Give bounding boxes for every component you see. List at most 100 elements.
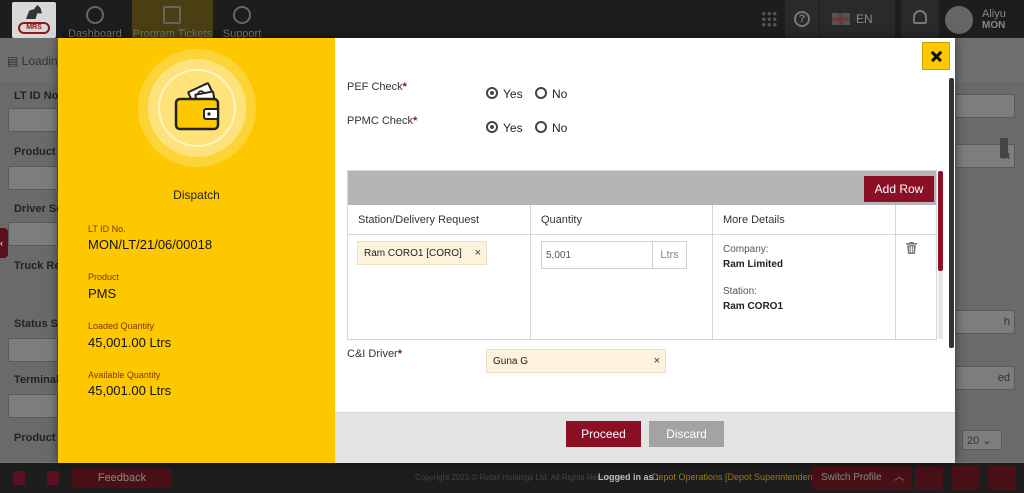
bell-icon bbox=[913, 10, 927, 24]
bookmark-icon[interactable] bbox=[38, 463, 68, 493]
user-code: MON bbox=[982, 20, 1006, 31]
page-size-select[interactable]: 20 ⌄ bbox=[962, 430, 1002, 450]
radio-empty-icon bbox=[535, 121, 547, 133]
required-mark: * bbox=[402, 81, 407, 93]
quantity-unit: Ltrs bbox=[652, 242, 686, 268]
quantity-value: 5,001 bbox=[546, 250, 572, 261]
nav-dashboard[interactable]: Dashboard bbox=[58, 0, 132, 40]
fire-button[interactable] bbox=[952, 466, 980, 490]
notifications-button[interactable] bbox=[901, 0, 939, 38]
apps-button[interactable] bbox=[752, 0, 786, 38]
add-row-button[interactable]: Add Row bbox=[864, 176, 934, 202]
proceed-button[interactable]: Proceed bbox=[566, 421, 641, 447]
horse-icon bbox=[26, 5, 42, 19]
loaded-quantity-label: Loaded Quantity bbox=[88, 321, 155, 331]
bg-input bbox=[8, 108, 58, 132]
bg-input bbox=[8, 222, 58, 246]
product-label: Product bbox=[88, 272, 120, 282]
help-footer-button[interactable] bbox=[915, 466, 943, 490]
ppmc-check-text: PPMC Check bbox=[347, 115, 414, 127]
switch-profile-label: Switch Profile bbox=[821, 472, 882, 483]
dashboard-icon bbox=[86, 6, 104, 24]
switch-profile-button[interactable]: Switch Profile ︿ bbox=[812, 466, 912, 490]
uk-flag-icon bbox=[832, 13, 850, 25]
pef-no-label: No bbox=[552, 87, 568, 101]
copyright-text: Copyright 2021 © Retail Holdings Ltd. Al… bbox=[415, 473, 624, 482]
table-toolbar: Add Row bbox=[348, 171, 936, 205]
user-info[interactable]: Aliyu MON bbox=[982, 8, 1006, 32]
wallet-icon bbox=[174, 82, 220, 131]
quantity-cell: 5,001 Ltrs bbox=[531, 235, 713, 339]
headset-icon bbox=[233, 6, 251, 24]
driver-select[interactable]: Guna G × bbox=[486, 349, 666, 373]
ppmc-yes-radio[interactable]: Yes bbox=[486, 121, 523, 135]
user-role: Depot Operations [Depot Superintendent] bbox=[652, 472, 818, 482]
company-value: Ram Limited bbox=[723, 259, 784, 270]
help-button[interactable]: ? bbox=[785, 0, 819, 38]
station-label: Station: bbox=[723, 286, 757, 297]
home-icon[interactable] bbox=[4, 463, 34, 493]
feedback-button[interactable]: Feedback bbox=[72, 468, 172, 488]
bg-input-right bbox=[955, 94, 1015, 118]
mrs-logo[interactable]: MRS bbox=[12, 2, 56, 38]
radio-empty-icon bbox=[535, 87, 547, 99]
dispatch-summary-panel: Dispatch LT ID No. MON/LT/21/06/00018 Pr… bbox=[58, 38, 335, 463]
breadcrumb-text: Loadin bbox=[21, 54, 58, 68]
power-button[interactable] bbox=[988, 466, 1016, 490]
bg-input bbox=[8, 166, 58, 190]
top-bar: MRS Dashboard Program Tickets Support ? … bbox=[0, 0, 1024, 40]
dispatch-form: PEF Check* Yes No PPMC Check* Yes No Add… bbox=[335, 38, 955, 463]
user-name: Aliyu bbox=[982, 8, 1006, 20]
bg-input-right: h bbox=[955, 310, 1015, 334]
quantity-input[interactable]: 5,001 Ltrs bbox=[541, 241, 687, 269]
delivery-table: Add Row Station/Delivery Request Quantit… bbox=[347, 170, 943, 340]
loaded-quantity-value: 45,001.00 Ltrs bbox=[88, 335, 172, 350]
ppmc-no-label: No bbox=[552, 121, 568, 135]
ticket-icon bbox=[163, 6, 181, 24]
bg-right-text: ed bbox=[997, 372, 1010, 384]
station-name-value: Ram CORO1 bbox=[723, 301, 784, 312]
help-icon: ? bbox=[794, 11, 810, 27]
nav-program-tickets[interactable]: Program Tickets bbox=[132, 0, 213, 40]
nav-support[interactable]: Support bbox=[213, 0, 271, 40]
clear-driver-icon[interactable]: × bbox=[654, 355, 660, 367]
bg-label: Status Se bbox=[14, 318, 65, 330]
pef-yes-radio[interactable]: Yes bbox=[486, 87, 523, 101]
station-cell: Ram CORO1 [CORO] × bbox=[348, 235, 531, 339]
column-header-quantity: Quantity bbox=[531, 205, 713, 235]
clear-station-icon[interactable]: × bbox=[475, 247, 481, 259]
page-scrollbar[interactable] bbox=[1000, 138, 1008, 158]
ppmc-check-label: PPMC Check* bbox=[347, 115, 417, 127]
company-label: Company: bbox=[723, 244, 769, 255]
language-selector[interactable]: EN bbox=[820, 0, 895, 38]
sidebar-toggle[interactable]: ‹ bbox=[0, 228, 8, 258]
ppmc-no-radio[interactable]: No bbox=[535, 121, 567, 135]
available-quantity-label: Available Quantity bbox=[88, 370, 161, 380]
lt-id-label: LT ID No. bbox=[88, 224, 126, 234]
column-header-station: Station/Delivery Request bbox=[348, 205, 531, 235]
driver-value: Guna G bbox=[493, 356, 529, 367]
column-header-more-details: More Details bbox=[713, 205, 896, 235]
station-value: Ram CORO1 [CORO] bbox=[364, 248, 462, 259]
bg-input bbox=[8, 394, 58, 418]
bg-input bbox=[8, 338, 58, 362]
available-quantity-value: 45,001.00 Ltrs bbox=[88, 383, 172, 398]
table-scrollbar-thumb[interactable] bbox=[938, 171, 943, 271]
bg-right-text: h bbox=[1003, 316, 1010, 328]
pef-check-label: PEF Check* bbox=[347, 81, 407, 93]
pef-yes-label: Yes bbox=[503, 87, 523, 101]
lt-id-value: MON/LT/21/06/00018 bbox=[88, 237, 213, 252]
bg-label: Driver Se bbox=[14, 203, 63, 215]
product-value: PMS bbox=[88, 286, 117, 301]
avatar[interactable] bbox=[945, 6, 973, 34]
station-select[interactable]: Ram CORO1 [CORO] × bbox=[357, 241, 487, 265]
radio-selected-icon bbox=[486, 121, 498, 133]
pef-check-text: PEF Check bbox=[347, 81, 403, 93]
driver-label-text: C&I Driver bbox=[347, 348, 398, 360]
bg-label: LT ID No. bbox=[14, 90, 62, 102]
table-scrollbar-track[interactable] bbox=[938, 271, 943, 339]
pef-no-radio[interactable]: No bbox=[535, 87, 567, 101]
trash-icon[interactable] bbox=[906, 242, 917, 254]
discard-button[interactable]: Discard bbox=[649, 421, 724, 447]
dispatch-modal: Dispatch LT ID No. MON/LT/21/06/00018 Pr… bbox=[58, 38, 955, 463]
